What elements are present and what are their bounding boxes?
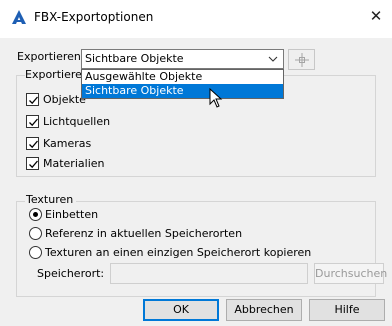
- crosshair-icon: [295, 53, 309, 70]
- materials-label: Materialien: [43, 157, 105, 170]
- embed-radio[interactable]: [29, 208, 42, 221]
- ok-button[interactable]: OK: [143, 299, 219, 321]
- cameras-label: Kameras: [43, 137, 92, 150]
- chevron-down-icon: [266, 52, 280, 66]
- dropdown-option-visible-objects[interactable]: Sichtbare Objekte: [82, 84, 283, 98]
- copy-textures-label: Texturen an einen einzigen Speicherort k…: [45, 246, 312, 259]
- close-button[interactable]: ✕: [368, 7, 384, 25]
- copy-textures-radio[interactable]: [29, 246, 42, 259]
- path-label: Speicherort:: [37, 267, 105, 280]
- export-dropdown-list: Ausgewählte Objekte Sichtbare Objekte: [81, 69, 284, 99]
- cameras-checkbox[interactable]: [26, 137, 39, 150]
- export-label: Exportieren: [17, 50, 81, 63]
- export-dropdown[interactable]: Sichtbare Objekte: [81, 49, 284, 69]
- reference-radio[interactable]: [29, 227, 42, 240]
- textures-group-title: Texturen: [25, 193, 77, 207]
- window-title: FBX-Exportoptionen: [34, 10, 154, 24]
- help-button[interactable]: Hilfe: [309, 299, 385, 321]
- mouse-cursor-icon: [209, 87, 223, 111]
- embed-label: Einbetten: [45, 208, 99, 221]
- objects-checkbox[interactable]: [26, 93, 39, 106]
- materials-checkbox[interactable]: [26, 157, 39, 170]
- radio-selected-dot: [33, 212, 38, 217]
- path-field[interactable]: [110, 263, 308, 284]
- lights-label: Lichtquellen: [43, 115, 111, 128]
- objects-label: Objekte: [43, 93, 86, 106]
- reference-label: Referenz in aktuellen Speicherorten: [45, 227, 243, 240]
- cancel-button[interactable]: Abbrechen: [226, 299, 302, 321]
- dropdown-option-selected-objects[interactable]: Ausgewählte Objekte: [82, 70, 283, 84]
- lights-checkbox[interactable]: [26, 115, 39, 128]
- pick-objects-button[interactable]: [288, 49, 315, 70]
- export-dropdown-value: Sichtbare Objekte: [85, 52, 184, 65]
- app-logo-icon: [12, 10, 26, 24]
- browse-button[interactable]: Durchsuchen: [314, 263, 387, 284]
